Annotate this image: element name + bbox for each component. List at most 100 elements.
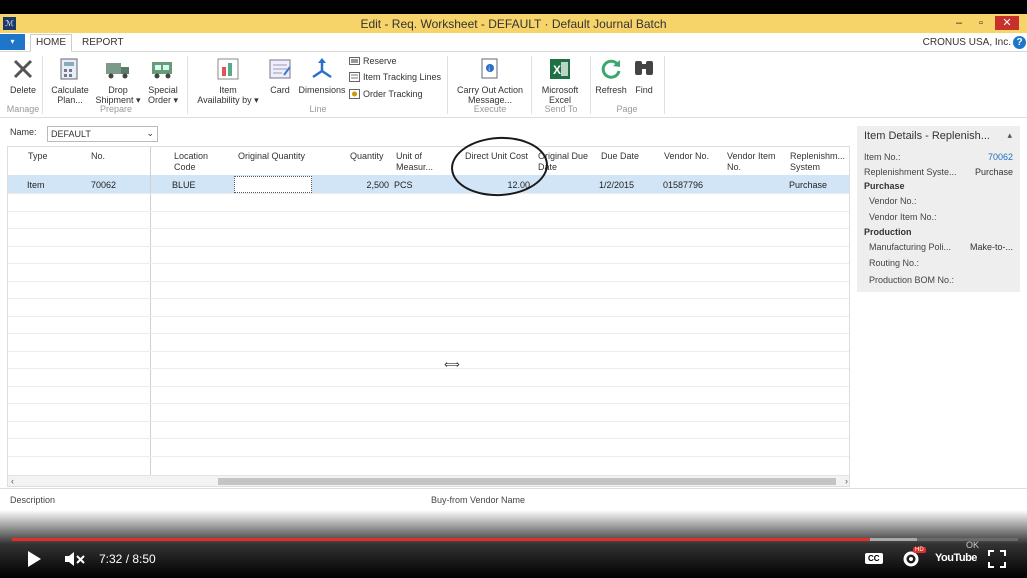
ok-text: OK bbox=[966, 540, 980, 550]
grid-row-line bbox=[8, 298, 849, 299]
vendor-item-no-label: Vendor Item No.: bbox=[869, 212, 937, 222]
purchase-section: Purchase bbox=[864, 181, 905, 191]
production-section: Production bbox=[864, 227, 912, 237]
item-no-link[interactable]: 70062 bbox=[988, 152, 1013, 162]
video-progress-fill bbox=[12, 538, 870, 541]
cell-type[interactable]: Item bbox=[27, 180, 45, 190]
scrollbar-thumb[interactable] bbox=[218, 478, 836, 485]
order-tracking-button[interactable]: Order Tracking bbox=[349, 89, 423, 99]
grid-row-line bbox=[8, 386, 849, 387]
screen: ℳ Edit - Req. Worksheet - DEFAULT · Defa… bbox=[0, 0, 1027, 578]
group-execute: Execute bbox=[473, 104, 507, 114]
ribbon: Delete Manage Calculate Plan... Drop Shi… bbox=[0, 52, 1027, 118]
grid-row-line bbox=[8, 421, 849, 422]
worksheet-grid: Type No. Location Code Original Quantity … bbox=[7, 146, 850, 487]
factbox-title[interactable]: Item Details - Replenish... bbox=[864, 130, 990, 142]
svg-text:X: X bbox=[553, 63, 561, 77]
tab-report[interactable]: REPORT bbox=[77, 35, 129, 50]
mute-icon[interactable] bbox=[64, 551, 86, 570]
video-progress-bar[interactable] bbox=[12, 538, 1018, 541]
original-quantity-input[interactable] bbox=[234, 176, 312, 193]
item-availability-icon bbox=[215, 56, 241, 82]
col-header-due-date[interactable]: Due Date bbox=[601, 151, 639, 162]
refresh-button[interactable]: Refresh bbox=[594, 56, 628, 95]
col-header-quantity[interactable]: Quantity bbox=[350, 151, 384, 162]
truck-icon bbox=[105, 56, 131, 82]
video-controls-overlay bbox=[0, 510, 1027, 578]
delete-button[interactable]: Delete bbox=[5, 56, 41, 95]
play-icon[interactable] bbox=[26, 550, 42, 571]
group-page: Page bbox=[616, 104, 638, 114]
col-header-no[interactable]: No. bbox=[91, 151, 105, 162]
replenishment-value: Purchase bbox=[974, 167, 1013, 177]
grid-row-line bbox=[8, 438, 849, 439]
special-order-icon bbox=[150, 56, 176, 82]
tab-home[interactable]: HOME bbox=[30, 34, 72, 52]
special-order-button[interactable]: Special Order ▾ bbox=[144, 56, 182, 105]
cell-vendor-no[interactable]: 01587796 bbox=[663, 180, 703, 190]
grid-row-line bbox=[8, 193, 849, 194]
settings-gear-icon[interactable] bbox=[902, 550, 922, 571]
captions-button[interactable]: CC bbox=[865, 553, 883, 564]
cell-no[interactable]: 70062 bbox=[91, 180, 116, 190]
window-title: Edit - Req. Worksheet - DEFAULT · Defaul… bbox=[360, 17, 667, 31]
fullscreen-icon[interactable] bbox=[988, 550, 1006, 571]
item-availability-button[interactable]: Item Availability by ▾ bbox=[193, 56, 263, 105]
col-header-type[interactable]: Type bbox=[28, 151, 48, 162]
cell-due-date[interactable]: 1/2/2015 bbox=[599, 180, 634, 190]
cell-quantity[interactable]: 2,500 bbox=[353, 180, 389, 190]
grid-row-line bbox=[8, 333, 849, 334]
col-header-location-code[interactable]: Location Code bbox=[174, 151, 208, 173]
reserve-button[interactable]: Reserve bbox=[349, 56, 397, 66]
batch-name-value: DEFAULT bbox=[51, 129, 91, 139]
calculate-plan-button[interactable]: Calculate Plan... bbox=[49, 56, 91, 105]
name-label: Name: bbox=[10, 127, 37, 137]
horizontal-scrollbar[interactable]: ‹ › bbox=[8, 475, 849, 486]
youtube-logo[interactable]: YouTube bbox=[935, 552, 977, 564]
group-prepare: Prepare bbox=[99, 104, 133, 114]
item-tracking-lines-button[interactable]: Item Tracking Lines bbox=[349, 72, 441, 82]
find-button[interactable]: Find bbox=[630, 56, 658, 95]
cell-unit-of-measure[interactable]: PCS bbox=[394, 180, 413, 190]
item-no-label: Item No.: bbox=[864, 152, 901, 162]
excel-icon: X bbox=[547, 56, 573, 82]
grid-row-line bbox=[8, 456, 849, 457]
scroll-right-icon[interactable]: › bbox=[845, 476, 848, 486]
card-button[interactable]: Card bbox=[265, 56, 295, 95]
frozen-pane-divider bbox=[150, 147, 151, 477]
carry-out-action-message-button[interactable]: i Carry Out Action Message... bbox=[452, 56, 528, 105]
grid-row-line bbox=[8, 281, 849, 282]
drop-shipment-button[interactable]: Drop Shipment ▾ bbox=[95, 56, 141, 105]
delete-icon bbox=[10, 56, 36, 82]
restore-button[interactable]: ▫ bbox=[973, 16, 989, 30]
reserve-icon bbox=[349, 57, 360, 65]
scroll-left-icon[interactable]: ‹ bbox=[11, 476, 14, 486]
svg-text:i: i bbox=[489, 67, 490, 73]
col-header-original-quantity[interactable]: Original Quantity bbox=[238, 151, 305, 162]
table-row[interactable] bbox=[8, 175, 849, 193]
col-header-replenishment-system[interactable]: Replenishm... System bbox=[790, 151, 845, 173]
col-header-vendor-no[interactable]: Vendor No. bbox=[664, 151, 709, 162]
group-manage: Manage bbox=[6, 104, 40, 114]
routing-no-label: Routing No.: bbox=[869, 258, 920, 268]
col-header-unit-of-measure[interactable]: Unit of Measur... bbox=[396, 151, 433, 173]
grid-row-line bbox=[8, 228, 849, 229]
refresh-icon bbox=[598, 56, 624, 82]
cell-location-code[interactable]: BLUE bbox=[172, 180, 196, 190]
app-menu-button[interactable]: ▾ bbox=[0, 34, 25, 50]
calculate-plan-icon bbox=[57, 56, 83, 82]
batch-name-select[interactable]: DEFAULT ⌄ bbox=[47, 126, 158, 142]
col-header-vendor-item-no[interactable]: Vendor Item No. bbox=[727, 151, 776, 173]
dimensions-button[interactable]: Dimensions bbox=[297, 56, 347, 95]
item-tracking-icon bbox=[349, 72, 360, 82]
company-name[interactable]: CRONUS USA, Inc. bbox=[923, 37, 1011, 48]
resize-cursor-icon: ⟺ bbox=[444, 359, 460, 371]
help-icon[interactable]: ? bbox=[1013, 36, 1026, 49]
cell-replenishment-system[interactable]: Purchase bbox=[789, 180, 827, 190]
close-button[interactable]: ✕ bbox=[995, 16, 1019, 30]
microsoft-excel-button[interactable]: X Microsoft Excel bbox=[536, 56, 584, 105]
collapse-icon[interactable]: ▴ bbox=[1007, 130, 1012, 141]
minimize-button[interactable]: – bbox=[951, 16, 967, 30]
group-line: Line bbox=[309, 104, 327, 114]
vendor-no-label: Vendor No.: bbox=[869, 196, 917, 206]
